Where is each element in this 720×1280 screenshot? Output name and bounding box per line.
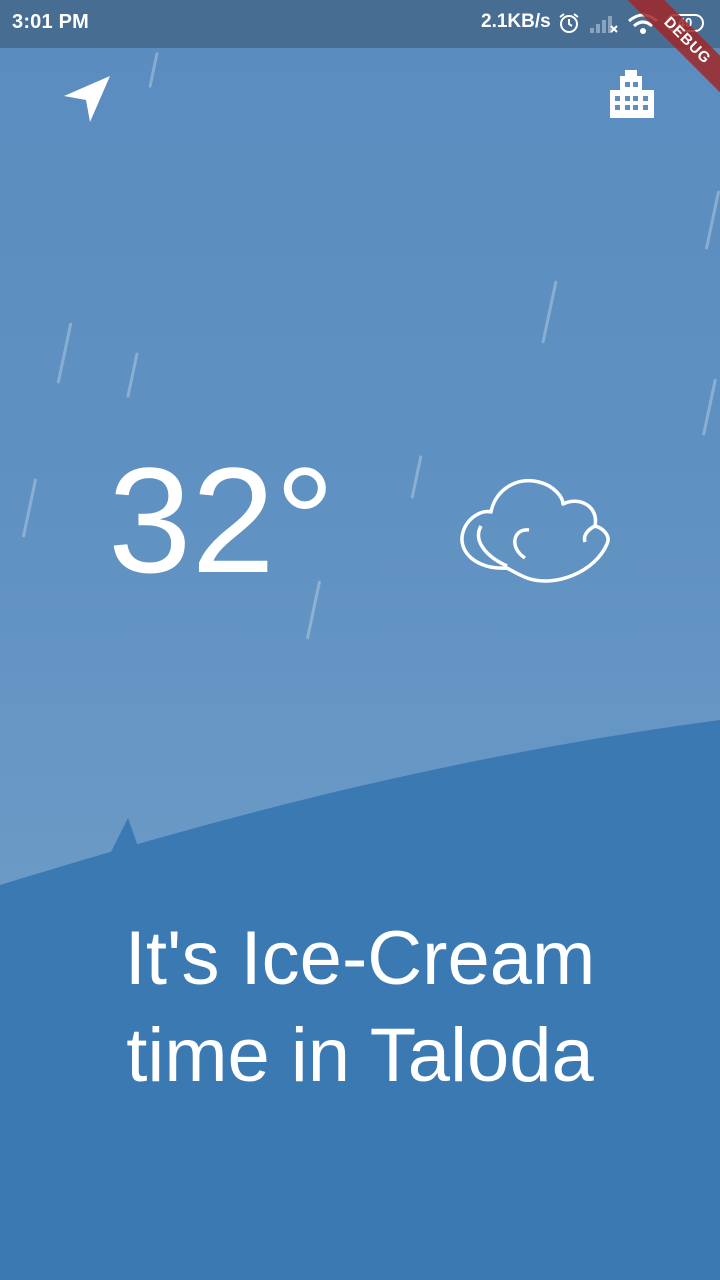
network-speed: 2.1KB/s	[481, 11, 551, 32]
status-time: 3:01 PM	[12, 11, 89, 33]
navigation-arrow-icon[interactable]	[62, 74, 112, 124]
signal-icon	[590, 14, 618, 39]
message-line-2: time in Taloda	[126, 1013, 594, 1098]
cloud-icon	[455, 470, 615, 590]
weather-message: It's Ice-Cream time in Taloda	[40, 910, 680, 1104]
alarm-icon	[558, 12, 580, 39]
message-line-1: It's Ice-Cream	[124, 916, 596, 1001]
status-bar: 3:01 PM 2.1KB/s 40	[0, 0, 720, 48]
city-buildings-icon[interactable]	[606, 70, 658, 122]
temperature-value: 32°	[108, 436, 335, 604]
battery-icon: 40	[666, 14, 704, 32]
weather-screen: 3:01 PM 2.1KB/s 40 DEBUG 32° It's Ice-Cr…	[0, 0, 720, 1280]
wifi-icon	[627, 13, 659, 40]
